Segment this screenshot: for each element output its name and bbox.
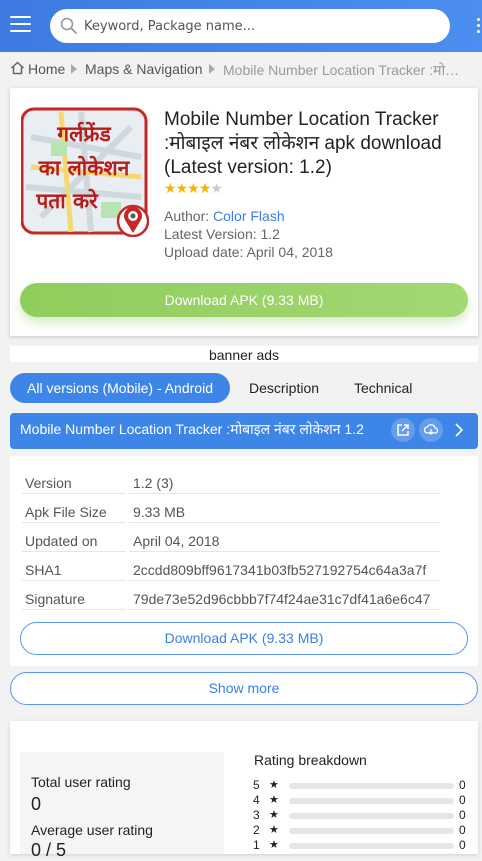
hamburger-icon[interactable] — [10, 16, 31, 34]
tab-description[interactable]: Description — [249, 373, 319, 403]
rating-breakdown-title: Rating breakdown — [254, 752, 367, 768]
star-icon: ★ — [269, 779, 279, 791]
detail-row: Version 1.2 (3) — [22, 466, 440, 494]
cloud-download-icon[interactable] — [419, 418, 443, 442]
home-icon — [10, 61, 25, 75]
rating-summary: Total user rating 0 Average user rating … — [20, 752, 224, 860]
rating-row: 4 ★ 0 — [253, 793, 468, 808]
app-icon: गर्लफ्रेंड का लोकेशन पता करे — [21, 107, 149, 237]
rating-count: 0 — [459, 823, 466, 837]
author-line: Author: Color Flash — [164, 208, 285, 224]
total-rating-label: Total user rating — [31, 774, 131, 790]
search-icon — [60, 17, 77, 34]
ratings-card: Total user rating 0 Average user rating … — [10, 721, 478, 860]
detail-key: SHA1 — [25, 562, 62, 578]
rating-star-count: 4 — [253, 793, 260, 807]
rating-row: 3 ★ 0 — [253, 808, 468, 823]
total-rating-value: 0 — [31, 794, 42, 814]
upload-date: Upload date: April 04, 2018 — [164, 244, 333, 260]
breadcrumb-current: Mobile Number Location Tracker :मोबाइल न… — [223, 62, 469, 78]
detail-row: SHA1 2ccdd809bff9617341b03fb527192754c64a… — [22, 553, 440, 581]
detail-value: 2ccdd809bff9617341b03fb527192754c64a3a7f — [133, 562, 427, 578]
open-link-icon[interactable] — [391, 418, 415, 442]
rating-bar — [289, 813, 454, 819]
star-icon: ★ — [269, 839, 279, 851]
detail-value: 79de73e52d96cbbb7f74f24ae31c7df41a6e6c47 — [133, 591, 431, 607]
search-input[interactable] — [84, 15, 434, 37]
author-label: Author: — [164, 208, 210, 224]
tab-bar: All versions (Mobile) - Android Descript… — [10, 373, 478, 403]
app-card: गर्लफ्रेंड का लोकेशन पता करे Mobile Numb… — [10, 88, 478, 336]
banner-ads: banner ads — [10, 346, 478, 363]
rating-row: 5 ★ 0 — [253, 778, 468, 793]
star-icon: ★ — [269, 824, 279, 836]
rating-bar — [289, 798, 454, 804]
rating-count: 0 — [459, 778, 466, 792]
version-bar[interactable]: Mobile Number Location Tracker :मोबाइल न… — [10, 413, 478, 449]
breadcrumb: Home Maps & Navigation Mobile Number Loc… — [10, 60, 482, 78]
more-vertical-icon[interactable] — [477, 18, 481, 36]
rating-bar — [289, 843, 454, 849]
star-half-icon: ★ — [210, 180, 223, 196]
detail-value: April 04, 2018 — [133, 533, 220, 549]
average-rating-value: 0 / 5 — [31, 840, 67, 860]
breadcrumb-home[interactable]: Home — [28, 61, 65, 77]
average-rating-label: Average user rating — [31, 822, 153, 838]
detail-row: Updated on April 04, 2018 — [22, 524, 440, 552]
latest-version: Latest Version: 1.2 — [164, 226, 280, 242]
star-icon: ★ — [269, 794, 279, 806]
detail-row: Apk File Size 9.33 MB — [22, 495, 440, 523]
rating-star-count: 3 — [253, 808, 260, 822]
top-bar — [0, 0, 482, 52]
breadcrumb-category[interactable]: Maps & Navigation — [85, 61, 203, 77]
star-icon: ★ — [175, 180, 189, 196]
star-icon: ★ — [269, 809, 279, 821]
version-title: Mobile Number Location Tracker :मोबाइल न… — [20, 421, 364, 437]
rating-count: 0 — [459, 793, 466, 807]
rating-count: 0 — [459, 808, 466, 822]
rating-row: 2 ★ 0 — [253, 823, 468, 838]
rating-star-count: 5 — [253, 778, 260, 792]
rating-bar — [289, 828, 454, 834]
star-icon: ★ — [164, 180, 177, 196]
detail-key: Signature — [25, 591, 85, 607]
tab-technical[interactable]: Technical — [354, 373, 412, 403]
author-link[interactable]: Color Flash — [213, 208, 285, 224]
icon-text-line-3: पता करे — [35, 188, 99, 213]
detail-key: Updated on — [25, 533, 98, 549]
icon-text-line-2: का लोकेशन — [38, 155, 131, 180]
rating-star-count: 1 — [253, 838, 260, 852]
rating-star-count: 2 — [253, 823, 260, 837]
rating-bar — [289, 783, 454, 789]
download-apk-button[interactable]: Download APK (9.33 MB) — [20, 283, 468, 317]
version-details: Version 1.2 (3) Apk File Size 9.33 MB Upda… — [10, 456, 478, 666]
download-apk-button[interactable]: Download APK (9.33 MB) — [20, 622, 468, 655]
rating-row: 1 ★ 0 — [253, 838, 468, 853]
search-box[interactable] — [50, 9, 450, 43]
chevron-right-icon — [71, 64, 77, 74]
star-icon: ★ — [198, 180, 212, 196]
chevron-right-icon[interactable] — [454, 422, 464, 438]
detail-value: 1.2 (3) — [133, 475, 174, 491]
star-icon: ★ — [187, 180, 200, 196]
show-more-button[interactable]: Show more — [10, 672, 478, 705]
detail-key: Version — [25, 475, 72, 491]
rating-count: 0 — [459, 838, 466, 852]
chevron-right-icon — [209, 64, 215, 74]
rating-stars: ★★★★★ — [164, 180, 223, 197]
app-title: Mobile Number Location Tracker :मोबाइल न… — [164, 109, 442, 178]
tab-all-versions[interactable]: All versions (Mobile) - Android — [10, 373, 230, 403]
detail-value: 9.33 MB — [133, 504, 186, 520]
detail-key: Apk File Size — [25, 504, 107, 520]
detail-row: Signature 79de73e52d96cbbb7f74f24ae31c7df… — [22, 582, 440, 610]
icon-text-line-1: गर्लफ्रेंड — [56, 121, 111, 146]
